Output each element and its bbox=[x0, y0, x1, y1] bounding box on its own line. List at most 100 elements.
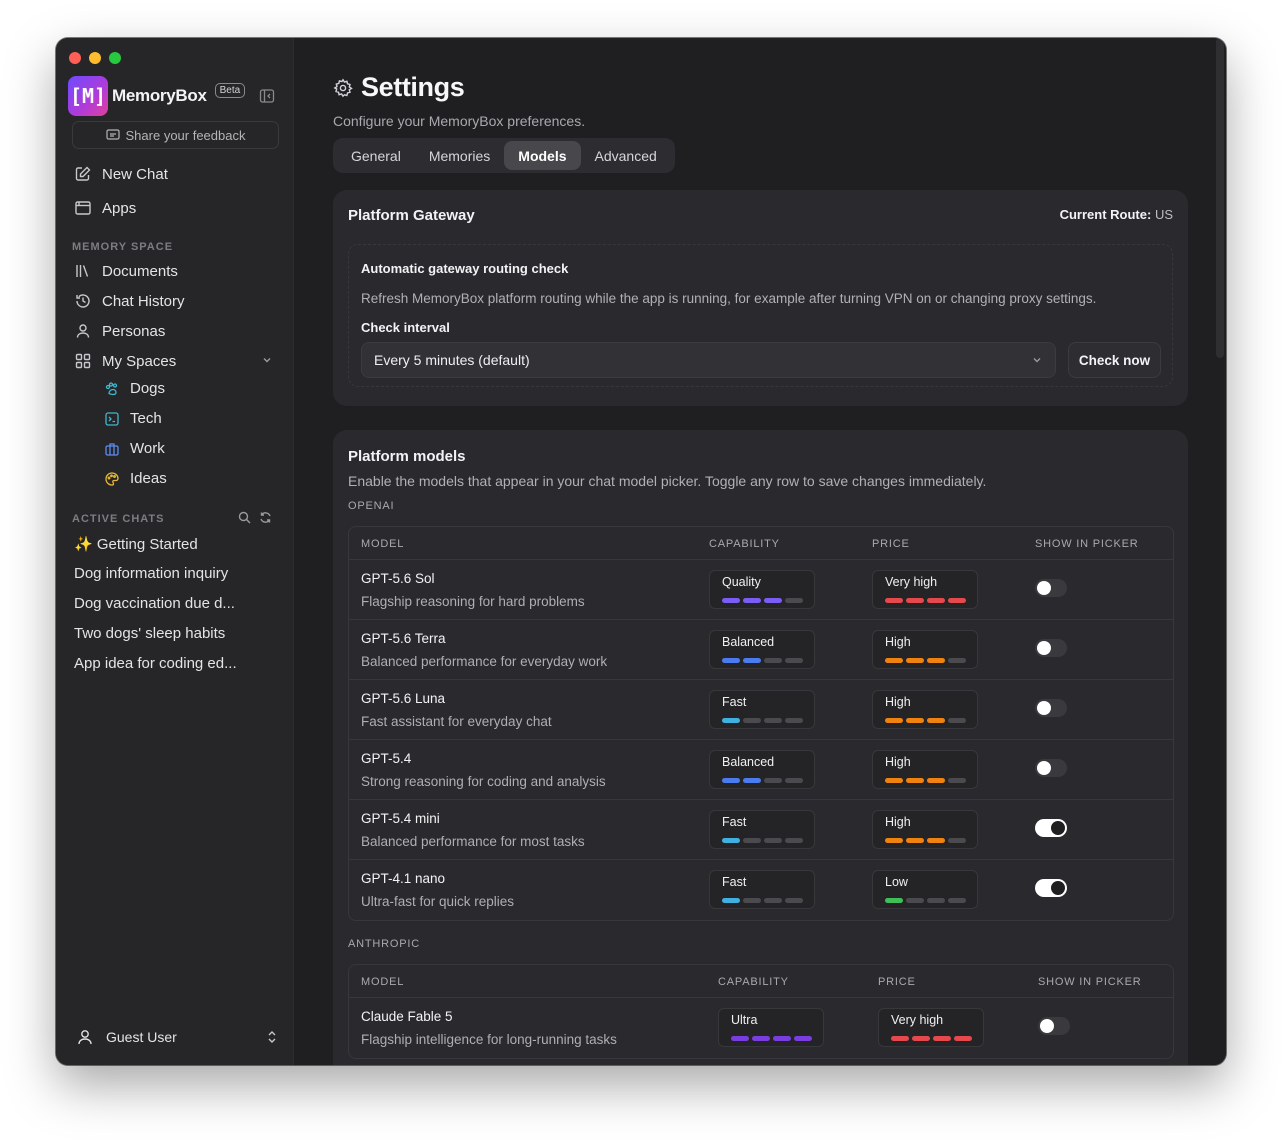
interval-select[interactable]: Every 5 minutes (default) bbox=[361, 342, 1056, 378]
show-in-picker-toggle[interactable] bbox=[1035, 699, 1067, 717]
chat-item[interactable]: App idea for coding ed... bbox=[74, 655, 237, 672]
capability-pill: Balanced bbox=[709, 630, 815, 669]
minimize-window-button[interactable] bbox=[89, 52, 101, 64]
beta-badge: Beta bbox=[214, 82, 246, 98]
space-item-ideas[interactable]: Ideas bbox=[104, 470, 167, 487]
meter-segment bbox=[948, 658, 966, 663]
price-pill: Very high bbox=[878, 1008, 984, 1047]
show-in-picker-toggle[interactable] bbox=[1035, 759, 1067, 777]
model-name: Claude Fable 5 bbox=[361, 1009, 453, 1024]
price-pill-meter bbox=[885, 898, 966, 903]
refresh-icon[interactable] bbox=[259, 511, 272, 524]
brand-name: MemoryBox bbox=[112, 86, 207, 105]
meter-segment bbox=[927, 778, 945, 783]
meter-segment bbox=[885, 658, 903, 663]
tab-general[interactable]: General bbox=[337, 141, 415, 170]
price-pill-label: Low bbox=[885, 875, 908, 889]
toggle-knob bbox=[1037, 641, 1051, 655]
user-menu[interactable]: Guest User bbox=[76, 1028, 278, 1046]
zoom-window-button[interactable] bbox=[109, 52, 121, 64]
meter-segment bbox=[752, 1036, 770, 1041]
check-now-button[interactable]: Check now bbox=[1068, 342, 1161, 378]
meter-segment bbox=[722, 598, 740, 603]
capability-pill-meter bbox=[731, 1036, 812, 1041]
price-pill-label: High bbox=[885, 695, 911, 709]
meter-segment bbox=[794, 1036, 812, 1041]
capability-pill: Quality bbox=[709, 570, 815, 609]
sidebar-item-documents[interactable]: Documents bbox=[74, 262, 178, 280]
space-item-work[interactable]: Work bbox=[104, 440, 165, 457]
toggle-knob bbox=[1037, 581, 1051, 595]
collapse-sidebar-icon[interactable] bbox=[259, 88, 275, 104]
sidebar-item-label: New Chat bbox=[102, 165, 168, 183]
capability-pill-meter bbox=[722, 658, 803, 663]
meter-segment bbox=[885, 598, 903, 603]
sidebar-item-new-chat[interactable]: New Chat bbox=[74, 165, 168, 183]
show-in-picker-toggle[interactable] bbox=[1035, 879, 1067, 897]
price-pill-label: Very high bbox=[891, 1013, 944, 1027]
show-in-picker-toggle[interactable] bbox=[1038, 1017, 1070, 1035]
meter-segment bbox=[785, 778, 803, 783]
tab-advanced[interactable]: Advanced bbox=[581, 141, 671, 170]
show-in-picker-toggle[interactable] bbox=[1035, 819, 1067, 837]
meter-segment bbox=[722, 778, 740, 783]
model-desc: Flagship reasoning for hard problems bbox=[361, 594, 585, 609]
tab-memories[interactable]: Memories bbox=[415, 141, 504, 170]
app-logo: [M] bbox=[68, 76, 108, 116]
meter-segment bbox=[927, 718, 945, 723]
price-pill-label: Very high bbox=[885, 575, 938, 589]
grid-icon bbox=[75, 353, 91, 369]
history-icon bbox=[76, 294, 90, 308]
tab-models[interactable]: Models bbox=[504, 141, 581, 170]
models-title: Platform models bbox=[348, 448, 466, 465]
price-pill-meter bbox=[885, 838, 966, 843]
current-route: Current Route: US bbox=[1060, 207, 1173, 222]
brand[interactable]: [M] MemoryBox Beta bbox=[68, 76, 246, 116]
capability-pill: Fast bbox=[709, 870, 815, 909]
sidebar-item-chat-history[interactable]: Chat History bbox=[74, 292, 185, 310]
chevron-down-icon[interactable] bbox=[261, 354, 273, 366]
meter-segment bbox=[764, 658, 782, 663]
column-header-show: SHOW IN PICKER bbox=[1035, 538, 1139, 550]
meter-segment bbox=[764, 898, 782, 903]
column-header-model: MODEL bbox=[361, 538, 405, 550]
routing-check-title: Automatic gateway routing check bbox=[361, 261, 569, 276]
model-name: GPT-4.1 nano bbox=[361, 871, 446, 886]
meter-segment bbox=[906, 838, 924, 843]
price-pill-meter bbox=[885, 778, 966, 783]
meter-segment bbox=[764, 778, 782, 783]
chat-item[interactable]: Dog information inquiry bbox=[74, 565, 228, 582]
meter-segment bbox=[785, 718, 803, 723]
memory-space-label: MEMORY SPACE bbox=[72, 241, 174, 253]
capability-pill-label: Fast bbox=[722, 815, 747, 829]
column-header-model: MODEL bbox=[361, 976, 405, 988]
toggle-knob bbox=[1037, 701, 1051, 715]
routing-check-desc: Refresh MemoryBox platform routing while… bbox=[361, 291, 1097, 306]
search-icon[interactable] bbox=[238, 511, 251, 524]
close-window-button[interactable] bbox=[69, 52, 81, 64]
share-feedback-button[interactable]: Share your feedback bbox=[72, 121, 279, 149]
table-row: Claude Fable 5 Flagship intelligence for … bbox=[349, 998, 1173, 1058]
paw-icon bbox=[105, 381, 118, 395]
user-name: Guest User bbox=[106, 1029, 177, 1045]
gateway-title: Platform Gateway bbox=[348, 207, 475, 224]
chat-item[interactable]: Two dogs' sleep habits bbox=[74, 625, 225, 642]
price-pill: High bbox=[872, 750, 978, 789]
chat-item[interactable]: ✨ Getting Started bbox=[74, 535, 198, 553]
sidebar-item-my-spaces[interactable]: My Spaces bbox=[74, 352, 176, 370]
show-in-picker-toggle[interactable] bbox=[1035, 639, 1067, 657]
platform-models-card: Platform models Enable the models that a… bbox=[333, 430, 1188, 1065]
sidebar-item-apps[interactable]: Apps bbox=[74, 199, 136, 217]
route-value: US bbox=[1154, 207, 1173, 222]
chat-item[interactable]: Dog vaccination due d... bbox=[74, 595, 235, 612]
scrollbar[interactable] bbox=[1216, 38, 1224, 358]
meter-segment bbox=[785, 598, 803, 603]
space-item-tech[interactable]: Tech bbox=[104, 410, 162, 427]
space-item-dogs[interactable]: Dogs bbox=[104, 380, 165, 397]
window-controls bbox=[69, 52, 121, 64]
show-in-picker-toggle[interactable] bbox=[1035, 579, 1067, 597]
sidebar-item-label: Personas bbox=[102, 322, 166, 340]
settings-main: Settings Configure your MemoryBox prefer… bbox=[294, 38, 1226, 1065]
table-row: GPT-5.6 Sol Flagship reasoning for hard p… bbox=[349, 560, 1173, 620]
sidebar-item-personas[interactable]: Personas bbox=[74, 322, 165, 340]
